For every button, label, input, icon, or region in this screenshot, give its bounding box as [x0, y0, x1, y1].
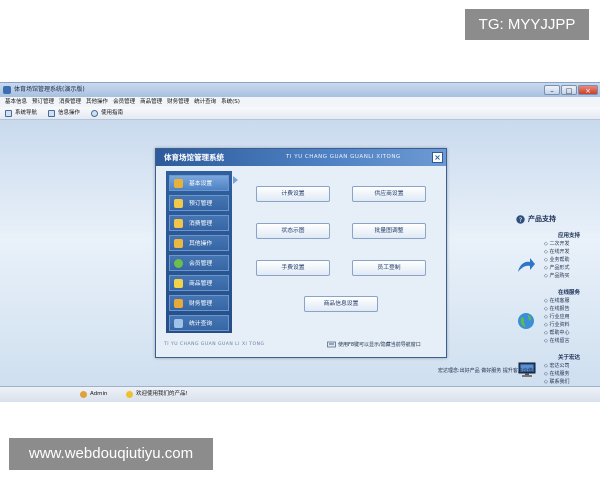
- current-user: Admin: [90, 391, 108, 397]
- title-bar: 体育场馆管理系统(演示版) – □ ×: [0, 83, 600, 97]
- nav-finance[interactable]: 财务管理: [169, 295, 229, 311]
- support-link[interactable]: ◇ 二次开发: [544, 240, 569, 247]
- nav-consumption[interactable]: 消费管理: [169, 215, 229, 231]
- smile-icon: [126, 391, 133, 398]
- goods-info-settings-button[interactable]: 商品信息设置: [304, 296, 378, 312]
- support-section-title: 在线服务: [558, 290, 581, 296]
- support-link[interactable]: ◇ 在线留言: [544, 337, 569, 344]
- slogan: 宏达理念:出好产品 做好服务 提升客户价值!: [438, 368, 535, 374]
- user-icon: [80, 391, 87, 398]
- footer-title-en: TI YU CHANG GUAN GUAN LI XI TONG: [164, 342, 265, 347]
- support-link[interactable]: ◇ 产品购买: [544, 272, 569, 279]
- nav-members[interactable]: 会员管理: [169, 255, 229, 271]
- other-icon: [174, 239, 183, 248]
- nav-statistics[interactable]: 统计查询: [169, 315, 229, 331]
- star-icon: [174, 279, 183, 288]
- dialog-title-bar: 体育场馆管理系统 TI YU CHANG GUAN GUANLI XITONG …: [156, 149, 446, 166]
- fee-settings-button[interactable]: 手费设置: [256, 260, 330, 276]
- status-bar: Admin 欢迎使用我们的产品!: [0, 386, 600, 402]
- toolbar-label: 使用指南: [101, 110, 124, 116]
- window-title: 体育场馆管理系统(演示版): [14, 86, 85, 93]
- menu-basic-info[interactable]: 基本信息: [5, 97, 27, 107]
- nav-pointer-icon: [233, 176, 238, 184]
- dialog-title-en: TI YU CHANG GUAN GUANLI XITONG: [286, 154, 401, 160]
- nav-booking[interactable]: 预订管理: [169, 195, 229, 211]
- batch-adjust-button[interactable]: 批量图调整: [352, 223, 426, 239]
- support-link[interactable]: ◇ 行业应用: [544, 313, 569, 320]
- support-link[interactable]: ◇ 在线报告: [544, 305, 569, 312]
- consumption-icon: [174, 219, 183, 228]
- toolbar-info-ops[interactable]: 信息操作: [48, 107, 80, 119]
- welcome-message: 欢迎使用我们的产品!: [136, 391, 188, 397]
- support-link[interactable]: ◇ 在线服务: [544, 370, 569, 377]
- support-link[interactable]: ◇ 联系我们: [544, 378, 569, 385]
- menu-consumption[interactable]: 消费管理: [59, 97, 81, 107]
- support-section-title: 应用支持: [558, 233, 581, 239]
- maximize-button[interactable]: □: [561, 85, 577, 95]
- dialog-footer: TI YU CHANG GUAN GUAN LI XI TONG 使用F8键可以…: [156, 335, 446, 357]
- supplier-settings-button[interactable]: 供应商设置: [352, 186, 426, 202]
- app-icon: [3, 86, 11, 94]
- menu-booking[interactable]: 预订管理: [32, 97, 54, 107]
- navigation-dialog: 体育场馆管理系统 TI YU CHANG GUAN GUANLI XITONG …: [155, 148, 447, 358]
- help-icon: ?: [516, 215, 525, 224]
- menu-finance[interactable]: 财务管理: [167, 97, 189, 107]
- minimize-button[interactable]: –: [544, 85, 560, 95]
- booking-icon: [174, 199, 183, 208]
- dialog-title: 体育场馆管理系统: [164, 153, 224, 162]
- menu-other[interactable]: 其他操作: [86, 97, 108, 107]
- arrow-icon: [518, 258, 535, 272]
- support-link[interactable]: ◇ 产品形式: [544, 264, 569, 271]
- finance-icon: [174, 299, 183, 308]
- nav-goods[interactable]: 商品管理: [169, 275, 229, 291]
- statistics-icon: [174, 319, 183, 328]
- watermark-bottom: www.webdouqiutiyu.com: [9, 438, 213, 470]
- close-button[interactable]: ×: [578, 85, 598, 95]
- nav-icon: [5, 109, 12, 117]
- billing-settings-button[interactable]: 计费设置: [256, 186, 330, 202]
- menu-members[interactable]: 会员管理: [113, 97, 135, 107]
- status-diagram-button[interactable]: 状态示图: [256, 223, 330, 239]
- toolbar-label: 信息操作: [58, 110, 81, 116]
- settings-icon: [174, 179, 183, 188]
- staff-register-button[interactable]: 员工登制: [352, 260, 426, 276]
- globe-icon: [518, 313, 534, 329]
- support-title: 产品支持: [528, 215, 556, 223]
- support-link[interactable]: ◇ 行业资料: [544, 321, 569, 328]
- support-link[interactable]: ◇ 在线客服: [544, 297, 569, 304]
- toolbar: 系统导航 信息操作 使用指南: [0, 107, 600, 120]
- menu-bar: 基本信息 预订管理 消费管理 其他操作 会员管理 商品管理 财务管理 统计查询 …: [0, 97, 600, 107]
- toolbar-guide[interactable]: 使用指南: [91, 107, 123, 119]
- footer-hint: 使用F8键可以显示/隐藏当前导航窗口: [338, 342, 421, 348]
- svg-text:?: ?: [519, 216, 522, 224]
- help-icon: [91, 109, 99, 117]
- nav-basic-settings[interactable]: 基本设置: [169, 175, 229, 191]
- support-link[interactable]: ◇ 宏达公司: [544, 362, 569, 369]
- toolbar-system-nav[interactable]: 系统导航: [5, 107, 37, 119]
- menu-goods[interactable]: 商品管理: [140, 97, 162, 107]
- support-link[interactable]: ◇ 帮助中心: [544, 329, 569, 336]
- nav-other[interactable]: 其他操作: [169, 235, 229, 251]
- dialog-nav: 基本设置 预订管理 消费管理 其他操作 会员管理 商品管理 财务管理 统计查询: [166, 171, 232, 333]
- menu-system[interactable]: 系统(S): [221, 97, 240, 107]
- watermark-top: TG: MYYJJPP: [465, 9, 589, 40]
- info-icon: [48, 109, 56, 117]
- product-support-panel: ? 产品支持 应用支持 ◇ 二次开发 ◇ 在线开发 ◇ 业务帮助 ◇ 产品形式 …: [510, 172, 598, 385]
- member-icon: [174, 259, 183, 268]
- keyboard-icon: [327, 341, 336, 348]
- menu-statistics[interactable]: 统计查询: [194, 97, 216, 107]
- support-section-title: 关于宏达: [558, 355, 581, 361]
- support-link[interactable]: ◇ 业务帮助: [544, 256, 569, 263]
- dialog-close-button[interactable]: ×: [432, 152, 443, 163]
- support-link[interactable]: ◇ 在线开发: [544, 248, 569, 255]
- toolbar-label: 系统导航: [15, 110, 38, 116]
